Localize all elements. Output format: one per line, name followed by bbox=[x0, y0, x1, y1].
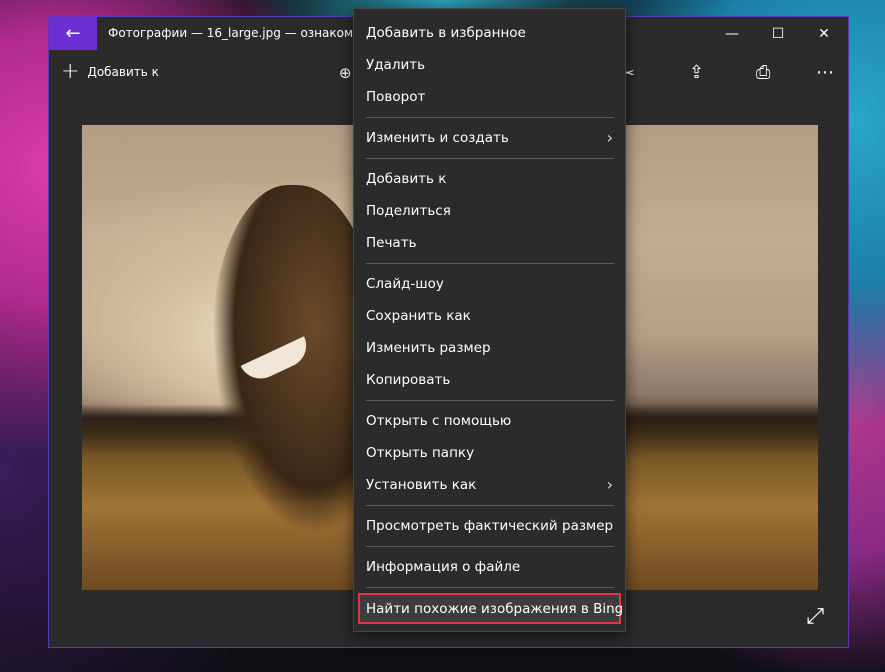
menu-item-file-info[interactable]: Информация о файле bbox=[354, 551, 625, 583]
plus-icon: + bbox=[61, 59, 80, 84]
back-button[interactable]: ← bbox=[49, 17, 97, 50]
menu-item-save-as[interactable]: Сохранить как bbox=[354, 300, 625, 332]
close-button[interactable]: ✕ bbox=[801, 17, 847, 50]
menu-item-add-favorites[interactable]: Добавить в избранное bbox=[354, 17, 625, 49]
maximize-button[interactable]: ☐ bbox=[755, 17, 801, 50]
menu-item-rotate[interactable]: Поворот bbox=[354, 81, 625, 113]
menu-item-open-with[interactable]: Открыть с помощью bbox=[354, 405, 625, 437]
menu-separator bbox=[366, 587, 614, 588]
menu-separator bbox=[366, 158, 614, 159]
add-to-button[interactable]: + Добавить к bbox=[61, 59, 159, 84]
menu-separator bbox=[366, 546, 614, 547]
menu-item-resize[interactable]: Изменить размер bbox=[354, 332, 625, 364]
menu-item-set-as[interactable]: Установить как › bbox=[354, 469, 625, 501]
minimize-button[interactable]: — bbox=[709, 17, 755, 50]
menu-item-share[interactable]: Поделиться bbox=[354, 195, 625, 227]
back-arrow-icon: ← bbox=[65, 23, 81, 44]
more-options-icon[interactable]: ⋯ bbox=[816, 62, 834, 83]
menu-item-bing-search[interactable]: Найти похожие изображения в Bing bbox=[358, 593, 623, 624]
chevron-right-icon: › bbox=[606, 128, 613, 147]
context-menu: Добавить в избранное Удалить Поворот Изм… bbox=[353, 8, 626, 632]
menu-item-slideshow[interactable]: Слайд-шоу bbox=[354, 268, 625, 300]
menu-item-delete[interactable]: Удалить bbox=[354, 49, 625, 81]
menu-separator bbox=[366, 400, 614, 401]
menu-item-copy[interactable]: Копировать bbox=[354, 364, 625, 396]
add-to-label: Добавить к bbox=[87, 65, 159, 79]
menu-item-print[interactable]: Печать bbox=[354, 227, 625, 259]
print-icon[interactable]: ⎙ bbox=[756, 62, 770, 83]
zoom-icon[interactable]: ⊕ bbox=[339, 64, 352, 82]
chevron-right-icon: › bbox=[606, 475, 613, 494]
share-icon[interactable]: ⇪ bbox=[689, 62, 704, 83]
menu-item-add-to[interactable]: Добавить к bbox=[354, 163, 625, 195]
window-title: Фотографии — 16_large.jpg — ознакомитель… bbox=[108, 26, 353, 40]
fullscreen-expand-icon[interactable]: ⤢ bbox=[806, 604, 824, 629]
menu-separator bbox=[366, 505, 614, 506]
menu-item-edit-create[interactable]: Изменить и создать › bbox=[354, 122, 625, 154]
menu-item-open-folder[interactable]: Открыть папку bbox=[354, 437, 625, 469]
menu-separator bbox=[366, 263, 614, 264]
menu-item-actual-size[interactable]: Просмотреть фактический размер bbox=[354, 510, 625, 542]
menu-separator bbox=[366, 117, 614, 118]
